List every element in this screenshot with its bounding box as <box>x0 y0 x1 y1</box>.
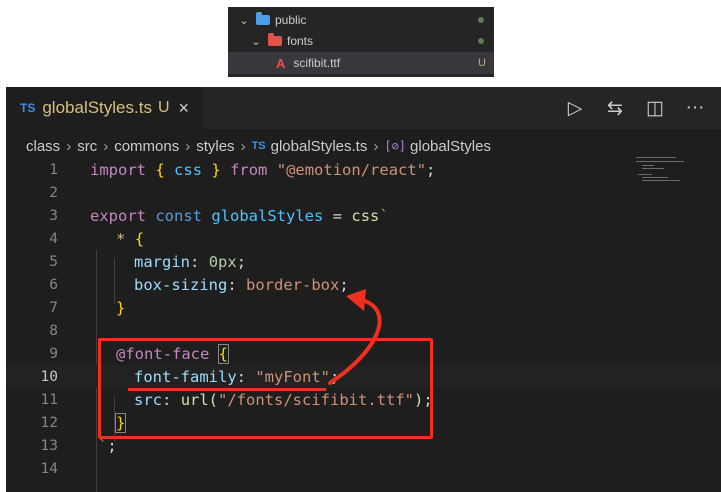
chevron-right-icon: › <box>373 137 379 155</box>
chevron-right-icon: › <box>240 137 246 155</box>
annotation-underline <box>128 388 326 391</box>
line-text: export const globalStyles = css` <box>90 206 389 225</box>
breadcrumb-item[interactable]: globalStyles <box>410 138 491 155</box>
git-status-untracked: U <box>478 57 486 69</box>
breadcrumb-item[interactable]: class <box>26 138 60 155</box>
chevron-right-icon: › <box>185 137 191 155</box>
more-actions-icon[interactable]: ··· <box>675 97 715 119</box>
line-number: 14 <box>40 460 58 477</box>
run-icon[interactable]: ▷ <box>555 97 595 120</box>
line-text: src: url("/fonts/scifibit.ttf"); <box>134 390 433 409</box>
close-icon[interactable]: × <box>179 98 190 119</box>
breadcrumb-item[interactable]: globalStyles.ts <box>271 138 368 155</box>
line-number: 5 <box>49 253 58 270</box>
line-text: @font-face { <box>116 343 230 364</box>
tab-title: globalStyles.ts <box>42 98 152 117</box>
line-number: 13 <box>40 437 58 454</box>
code-line: 9 @font-face { <box>6 342 721 365</box>
code-line: 13 `; <box>6 434 721 457</box>
git-status-dot <box>478 38 484 44</box>
line-text: } <box>114 412 127 433</box>
explorer-file-scifibit[interactable]: A scifibit.ttf U <box>228 52 494 74</box>
symbol-variable-icon: [⊘] <box>384 139 407 153</box>
folder-icon <box>256 12 270 25</box>
breadcrumb-item[interactable]: styles <box>196 138 234 155</box>
font-file-icon: A <box>276 55 286 71</box>
chevron-right-icon: › <box>103 137 109 155</box>
editor-actions: ▷ ⇆ ◫ ··· <box>555 87 715 129</box>
tab-bar: TS globalStyles.ts U × ▷ ⇆ ◫ ··· <box>6 87 721 129</box>
line-text: `; <box>98 436 117 455</box>
code-line: 5 margin: 0px; <box>6 250 721 273</box>
file-explorer: ⌄ public ⌄ fonts A scifibit.ttf U <box>228 7 494 77</box>
line-number: 9 <box>49 345 58 362</box>
chevron-down-icon[interactable]: ⌄ <box>238 14 250 27</box>
line-number: 4 <box>49 230 58 247</box>
tab-globalstyles[interactable]: TS globalStyles.ts U × <box>6 87 202 129</box>
line-text: } <box>116 298 126 317</box>
explorer-folder-public[interactable]: ⌄ public <box>228 9 494 31</box>
split-editor-icon[interactable]: ◫ <box>635 97 675 120</box>
explorer-folder-fonts[interactable]: ⌄ fonts <box>228 30 494 52</box>
chevron-down-icon[interactable]: ⌄ <box>250 35 262 48</box>
line-number: 8 <box>49 322 58 339</box>
line-number: 3 <box>49 207 58 224</box>
line-text: import { css } from "@emotion/react"; <box>90 160 436 179</box>
git-status-dot <box>478 17 484 23</box>
typescript-file-icon: TS <box>20 101 36 115</box>
tree-label: scifibit.ttf <box>293 56 341 70</box>
line-text: font-family: "myFont"; <box>134 367 340 386</box>
code-line: 2 <box>6 181 721 204</box>
line-number: 11 <box>40 391 58 408</box>
line-number: 6 <box>49 276 58 293</box>
line-text: box-sizing: border-box; <box>134 275 349 294</box>
line-number: 12 <box>40 414 58 431</box>
tab-git-status: U <box>157 99 170 116</box>
code-line: 14 <box>6 457 721 480</box>
line-number: 10 <box>40 368 58 385</box>
code-line: 11 src: url("/fonts/scifibit.ttf"); <box>6 388 721 411</box>
typescript-file-icon: TS <box>251 140 266 152</box>
breadcrumb: class › src › commons › styles › TS glob… <box>26 135 491 157</box>
folder-icon <box>268 33 282 46</box>
breadcrumb-item[interactable]: src <box>77 138 97 155</box>
code-line: 8 <box>6 319 721 342</box>
line-text: * { <box>116 229 145 248</box>
code-line: 3 export const globalStyles = css` <box>6 204 721 227</box>
code-line-current: 10 font-family: "myFont"; <box>6 365 721 388</box>
line-text: margin: 0px; <box>134 252 247 271</box>
line-number: 7 <box>49 299 58 316</box>
line-number: 1 <box>49 161 58 178</box>
code-line: 4 * { <box>6 227 721 250</box>
breadcrumb-item[interactable]: commons <box>114 138 179 155</box>
code-line: 7 } <box>6 296 721 319</box>
code-line: 1 import { css } from "@emotion/react"; <box>6 158 721 181</box>
tree-label: fonts <box>287 34 314 48</box>
chevron-right-icon: › <box>66 137 72 155</box>
tree-label: public <box>275 13 307 27</box>
line-number: 2 <box>49 184 58 201</box>
code-line: 12 } <box>6 411 721 434</box>
code-line: 6 box-sizing: border-box; <box>6 273 721 296</box>
code-editor: TS globalStyles.ts U × ▷ ⇆ ◫ ··· class ›… <box>6 87 721 492</box>
compare-changes-icon[interactable]: ⇆ <box>595 97 635 120</box>
